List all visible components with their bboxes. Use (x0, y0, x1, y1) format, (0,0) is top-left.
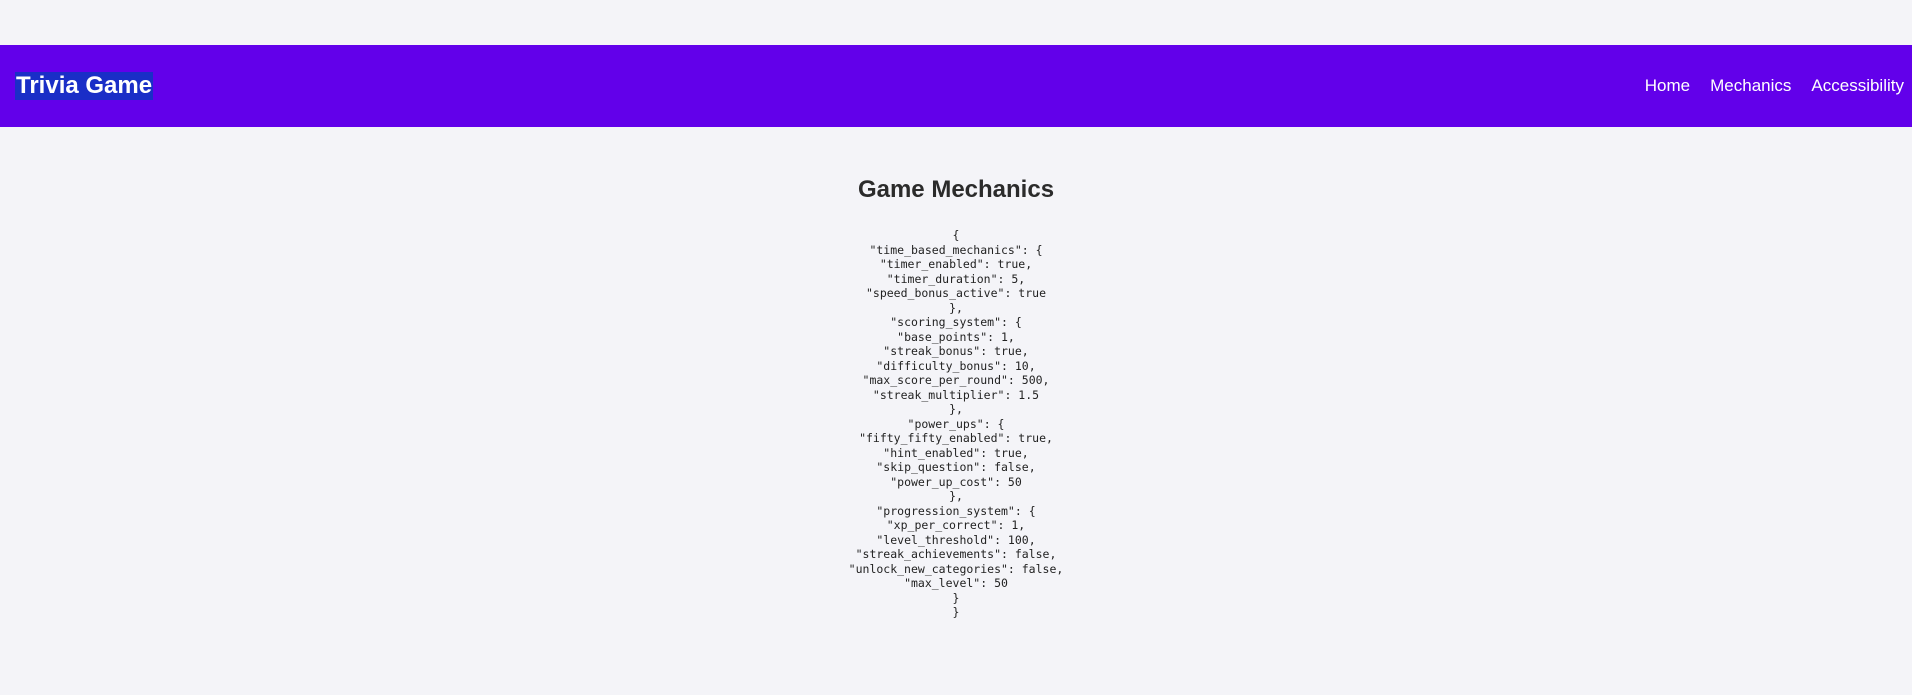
code-line: }, (949, 402, 963, 416)
code-line: } (952, 605, 960, 619)
code-line: "max_score_per_round": 500, (862, 373, 1050, 387)
code-line: "time_based_mechanics": { (869, 242, 1043, 257)
code-line: "timer_enabled": true, (879, 257, 1033, 271)
code-line: "power_up_cost": 50 (890, 474, 1022, 489)
code-line: "progression_system": { (876, 503, 1036, 518)
code-line: "unlock_new_categories": false, (848, 561, 1064, 576)
code-line: "timer_duration": 5, (886, 271, 1026, 286)
code-line: "skip_question": false, (876, 460, 1036, 474)
code-line: "speed_bonus_active": true (865, 286, 1046, 300)
code-line: "scoring_system": { (890, 315, 1022, 329)
page-title: Game Mechanics (857, 176, 1055, 203)
code-line: "hint_enabled": true, (883, 445, 1029, 460)
code-line: "base_points": 1, (897, 329, 1015, 344)
code-line: }, (949, 300, 963, 315)
code-line: }, (949, 489, 963, 503)
code-line: } (952, 590, 960, 605)
code-line: "power_ups": { (907, 416, 1005, 431)
code-line: "streak_multiplier": 1.5 (872, 387, 1040, 402)
mechanics-json-block: {"time_based_mechanics": {"timer_enabled… (0, 228, 1912, 620)
code-line: "streak_achievements": false, (855, 547, 1057, 561)
site-title: Trivia Game (15, 72, 154, 100)
code-line: "xp_per_correct": 1, (886, 518, 1026, 532)
code-line: "fifty_fifty_enabled": true, (859, 431, 1053, 445)
nav-mechanics-link[interactable]: Mechanics (1710, 76, 1791, 96)
site-header: Trivia Game Home Mechanics Accessibility (0, 45, 1912, 127)
code-line: "streak_bonus": true, (883, 344, 1029, 358)
code-line: "difficulty_bonus": 10, (876, 358, 1036, 373)
code-line: { (952, 228, 960, 242)
main-content: Game Mechanics {"time_based_mechanics": … (0, 172, 1912, 620)
nav-accessibility-link[interactable]: Accessibility (1811, 76, 1904, 96)
code-line: "level_threshold": 100, (876, 532, 1036, 547)
main-nav: Home Mechanics Accessibility (1645, 76, 1904, 96)
code-line: "max_level": 50 (904, 576, 1008, 590)
nav-home-link[interactable]: Home (1645, 76, 1690, 96)
